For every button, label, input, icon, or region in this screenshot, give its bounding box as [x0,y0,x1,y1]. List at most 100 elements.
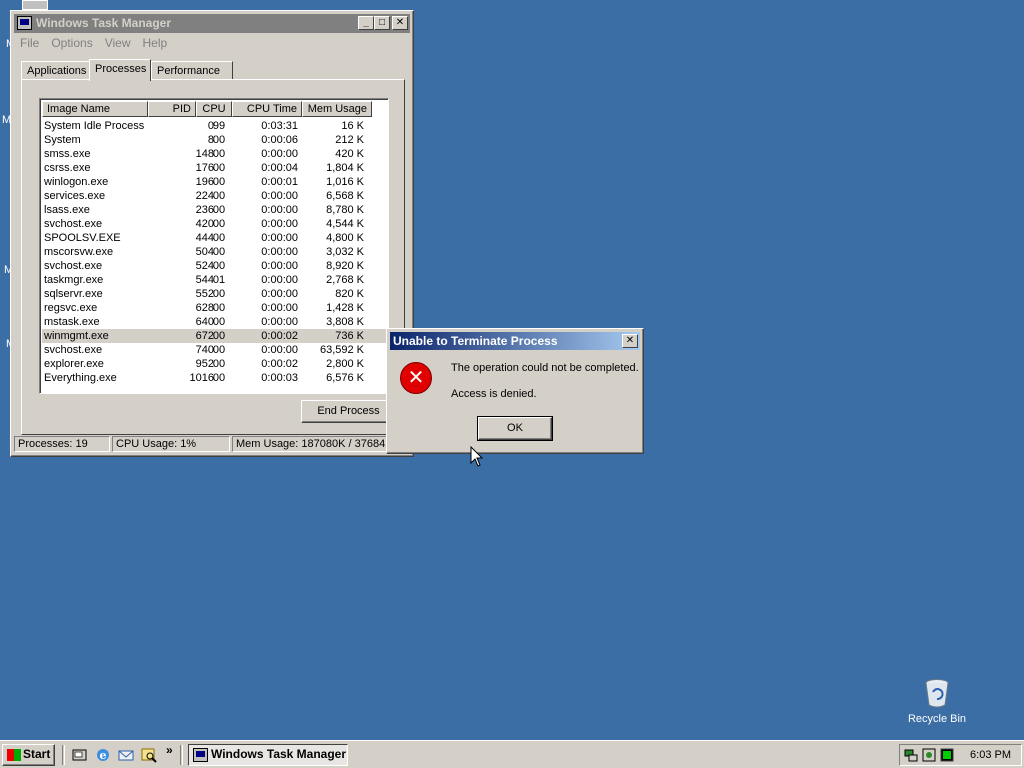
taskbar-task-manager[interactable]: Windows Task Manager [188,744,348,766]
menu-file[interactable]: File [14,34,45,52]
process-row[interactable]: explorer.exe 952 00 0:00:02 2,800 K [42,357,386,371]
process-image-name: services.exe [44,190,106,202]
status-processes: Processes: 19 [14,436,110,452]
explorer-search-icon[interactable] [141,747,157,763]
process-cpu-time: 0:00:01 [261,176,298,188]
task-manager-app-icon[interactable] [17,16,32,30]
process-cpu-time: 0:00:00 [261,190,298,202]
process-cpu-time: 0:00:00 [261,274,298,286]
process-cpu: 00 [212,372,226,384]
process-row[interactable]: smss.exe 148 00 0:00:00 420 K [42,147,386,161]
process-row[interactable]: svchost.exe 420 00 0:00:00 4,544 K [42,217,386,231]
process-row[interactable]: services.exe 224 00 0:00:00 6,568 K [42,189,386,203]
start-label: Start [23,747,51,761]
maximize-icon: □ [378,17,386,28]
process-row[interactable]: svchost.exe 524 00 0:00:00 8,920 K [42,259,386,273]
process-row[interactable]: csrss.exe 176 00 0:00:04 1,804 K [42,161,386,175]
start-button[interactable]: Start [2,744,55,766]
column-mem-usage[interactable]: Mem Usage [302,101,372,117]
column-pid[interactable]: PID [148,101,196,117]
process-image-name: winlogon.exe [44,176,109,188]
process-image-name: mscorsvw.exe [44,246,114,258]
process-cpu: 00 [212,344,226,356]
volume-tray-icon[interactable] [922,748,936,762]
process-row[interactable]: mstask.exe 640 00 0:00:00 3,808 K [42,315,386,329]
process-cpu: 00 [212,134,226,146]
process-cpu: 00 [212,302,226,314]
process-image-name: mstask.exe [44,316,100,328]
dialog-close-button[interactable]: ✕ [622,334,638,348]
menu-help[interactable]: Help [137,34,174,52]
column-cpu[interactable]: CPU [196,101,232,117]
tab-processes[interactable]: Processes [89,59,151,81]
menu-view[interactable]: View [99,34,137,52]
process-cpu-time: 0:00:00 [261,302,298,314]
outlook-express-icon[interactable] [118,747,134,763]
close-icon: ✕ [395,17,405,28]
quick-launch-overflow-icon[interactable]: » [166,743,173,757]
column-cpu-time[interactable]: CPU Time [232,101,302,117]
dialog-message: The operation could not be completed. [451,362,639,374]
end-process-button[interactable]: End Process [301,400,396,423]
recycle-bin-label[interactable]: Recycle Bin [901,713,973,725]
process-list[interactable]: Image Name PID CPU CPU Time Mem Usage Sy… [39,98,389,394]
process-mem-usage: 1,016 K [326,176,364,188]
column-image-name[interactable]: Image Name [42,101,148,117]
process-row[interactable]: System Idle Process 0 99 0:03:31 16 K [42,119,386,133]
process-cpu-time: 0:00:00 [261,204,298,216]
process-cpu-time: 0:03:31 [261,120,298,132]
process-image-name: System [44,134,81,146]
recycle-bin-icon[interactable] [924,678,950,708]
maximize-button[interactable]: □ [374,16,390,30]
task-manager-title: Windows Task Manager [36,16,172,30]
process-cpu: 00 [212,176,226,188]
desktop-icon-partial[interactable] [22,0,48,10]
process-cpu-time: 0:00:00 [261,246,298,258]
process-mem-usage: 6,568 K [326,190,364,202]
process-row[interactable]: lsass.exe 236 00 0:00:00 8,780 K [42,203,386,217]
process-cpu-time: 0:00:00 [261,344,298,356]
internet-explorer-icon[interactable]: e [95,747,111,763]
process-row[interactable]: taskmgr.exe 544 01 0:00:00 2,768 K [42,273,386,287]
task-manager-cpu-tray-icon[interactable] [940,748,954,762]
process-row[interactable]: SPOOLSV.EXE 444 00 0:00:00 4,800 K [42,231,386,245]
tab-applications[interactable]: Applications [21,61,90,80]
process-cpu: 00 [212,260,226,272]
process-cpu-time: 0:00:00 [261,232,298,244]
network-tray-icon[interactable] [904,748,918,762]
process-image-name: sqlservr.exe [44,288,103,300]
process-cpu-time: 0:00:02 [261,358,298,370]
error-icon: ✕ [400,362,432,394]
process-row[interactable]: Everything.exe 1016 00 0:00:03 6,576 K [42,371,386,385]
process-row[interactable]: sqlservr.exe 552 00 0:00:00 820 K [42,287,386,301]
process-mem-usage: 736 K [335,330,364,342]
ok-button[interactable]: OK [477,416,553,441]
process-row[interactable]: winlogon.exe 196 00 0:00:01 1,016 K [42,175,386,189]
process-image-name: svchost.exe [44,260,103,272]
process-cpu: 00 [212,148,226,160]
dialog-titlebar[interactable]: Unable to Terminate Process ✕ [390,332,640,350]
taskbar-divider [180,745,183,765]
dialog-detail: Access is denied. [451,388,537,400]
process-row[interactable]: System 8 00 0:00:06 212 K [42,133,386,147]
process-image-name: winmgmt.exe [44,330,109,342]
process-image-name: svchost.exe [44,218,103,230]
tab-performance[interactable]: Performance [151,61,233,80]
minimize-button[interactable]: _ [358,16,374,30]
process-row[interactable]: winmgmt.exe 672 00 0:00:02 736 K [42,329,386,343]
menu-options[interactable]: Options [45,34,98,52]
process-row[interactable]: mscorsvw.exe 504 00 0:00:00 3,032 K [42,245,386,259]
task-manager-titlebar[interactable]: Windows Task Manager _ □ ✕ [14,14,410,33]
process-mem-usage: 6,576 K [326,372,364,384]
show-desktop-icon[interactable] [72,747,88,763]
process-image-name: smss.exe [44,148,91,160]
process-cpu-time: 0:00:00 [261,148,298,160]
process-row[interactable]: regsvc.exe 628 00 0:00:00 1,428 K [42,301,386,315]
process-mem-usage: 4,544 K [326,218,364,230]
process-cpu: 00 [212,316,226,328]
process-row[interactable]: svchost.exe 740 00 0:00:00 63,592 K [42,343,386,357]
close-button[interactable]: ✕ [392,16,408,30]
process-mem-usage: 420 K [335,148,364,160]
process-mem-usage: 4,800 K [326,232,364,244]
clock[interactable]: 6:03 PM [970,749,1011,761]
